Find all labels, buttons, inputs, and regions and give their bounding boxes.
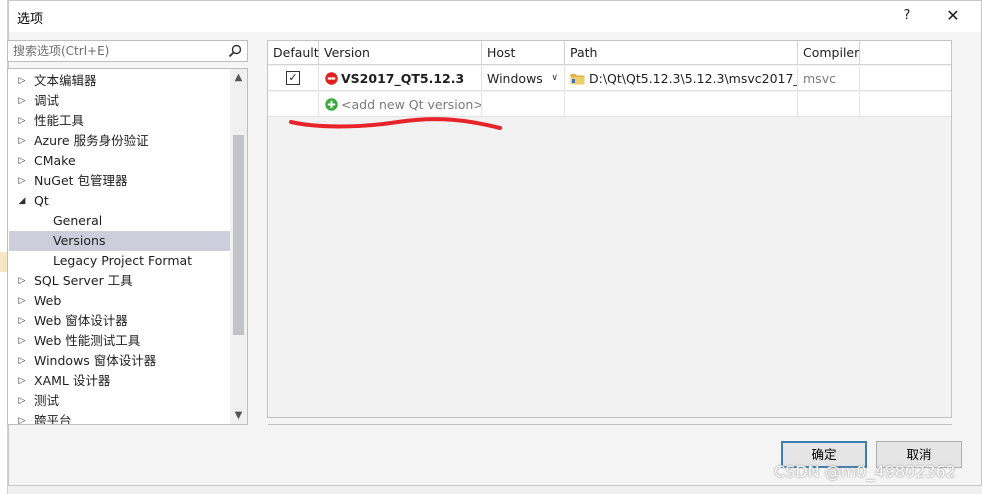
collapsed-arrow-icon[interactable]: ▷: [17, 111, 27, 131]
collapsed-arrow-icon[interactable]: ▷: [17, 71, 27, 91]
path-cell: [565, 92, 798, 117]
column-header-compiler[interactable]: Compiler: [798, 41, 860, 65]
tree-item[interactable]: ▷ Azure 服务身份验证: [9, 131, 231, 151]
tree-scrollbar[interactable]: ▲ ▼: [230, 69, 247, 424]
tree-item[interactable]: ▷ Windows 窗体设计器: [9, 351, 231, 371]
tree-item[interactable]: Versions: [9, 231, 231, 251]
column-header-default[interactable]: Default: [268, 41, 319, 65]
options-tree: ▷ 文本编辑器 ▷ 调试 ▷ 性能工具 ▷ Azure 服务身份验证 ▷ CMake ▷ NuGet …: [7, 68, 248, 425]
compiler-cell: [798, 92, 860, 117]
tree-item[interactable]: ▷ Web 性能测试工具: [9, 331, 231, 351]
tree-item[interactable]: ▷ 文本编辑器: [9, 71, 231, 91]
expanded-arrow-icon[interactable]: ◢: [17, 191, 27, 211]
search-icon[interactable]: [227, 43, 243, 59]
column-header-version[interactable]: Version: [319, 41, 482, 65]
collapsed-arrow-icon[interactable]: ▷: [17, 331, 27, 351]
collapsed-arrow-icon[interactable]: ▷: [17, 351, 27, 371]
tree-item[interactable]: ▷ 测试: [9, 391, 231, 411]
compiler-value: msvc: [803, 71, 836, 86]
tree-item[interactable]: ▷ CMake: [9, 151, 231, 171]
tree-item[interactable]: ▷ Web 窗体设计器: [9, 311, 231, 331]
folder-icon[interactable]: [570, 72, 585, 85]
tree-item-label: 文本编辑器: [34, 73, 97, 88]
compiler-cell: msvc: [798, 66, 860, 91]
tree-item[interactable]: ◢ Qt: [9, 191, 231, 211]
path-cell[interactable]: D:\Qt\Qt5.12.3\5.12.3\msvc2017_64: [565, 66, 798, 91]
tree-item[interactable]: ▷ XAML 设计器: [9, 371, 231, 391]
default-cell: ✓: [268, 66, 319, 91]
collapsed-arrow-icon[interactable]: ▷: [17, 371, 27, 391]
tree-item[interactable]: ▷ 性能工具: [9, 111, 231, 131]
search-input[interactable]: [11, 43, 221, 59]
watermark: CSDN @m0_49802362: [774, 462, 956, 481]
column-header-host[interactable]: Host: [482, 41, 565, 65]
tree-item[interactable]: ▷ Web: [9, 291, 231, 311]
tree-item[interactable]: ▷ 调试: [9, 91, 231, 111]
error-icon: [325, 72, 338, 85]
scroll-up-icon[interactable]: ▲: [230, 69, 247, 86]
collapsed-arrow-icon[interactable]: ▷: [17, 151, 27, 171]
scrollbar-thumb[interactable]: [233, 135, 244, 335]
tree-item-label: Windows 窗体设计器: [34, 353, 157, 368]
path-value: D:\Qt\Qt5.12.3\5.12.3\msvc2017_64: [589, 71, 798, 86]
default-cell: [268, 92, 319, 117]
search-box[interactable]: [7, 40, 248, 62]
scroll-down-icon[interactable]: ▼: [230, 407, 247, 424]
add-version-row[interactable]: <add new Qt version>: [268, 92, 951, 117]
tree-item[interactable]: Legacy Project Format: [9, 251, 231, 271]
tree-item-label: Web 窗体设计器: [34, 313, 128, 328]
grid-bottom-divider: [268, 424, 952, 425]
tree-item-label: XAML 设计器: [34, 373, 111, 388]
tree-item-label: Qt: [34, 193, 49, 208]
empty-cell: [860, 92, 951, 117]
default-checkbox[interactable]: ✓: [286, 71, 300, 85]
add-version-cell[interactable]: <add new Qt version>: [319, 92, 482, 117]
tree-item-label: SQL Server 工具: [34, 273, 133, 288]
tree-item-label: Legacy Project Format: [53, 253, 193, 268]
collapsed-arrow-icon[interactable]: ▷: [17, 131, 27, 151]
tree-item[interactable]: General: [9, 211, 231, 231]
add-icon: [325, 98, 338, 111]
tree-item-label: CMake: [34, 153, 76, 168]
help-button[interactable]: ?: [893, 5, 921, 27]
tree-item-label: NuGet 包管理器: [34, 173, 128, 188]
tree-item-label: Web: [34, 293, 62, 308]
tree-item-label: 性能工具: [34, 113, 85, 128]
collapsed-arrow-icon[interactable]: ▷: [17, 271, 27, 291]
tree-item-label: 调试: [34, 93, 60, 108]
title-bar: 选项 ? ✕: [9, 1, 981, 32]
table-row[interactable]: ✓ VS2017_QT5.12.3 Windows ∨ D:\Qt\Qt5.12…: [268, 66, 951, 91]
collapsed-arrow-icon[interactable]: ▷: [17, 291, 27, 311]
empty-cell: [860, 66, 951, 91]
qt-versions-grid: Default Version Host Path Compiler ✓ VS2…: [267, 40, 952, 418]
version-name: VS2017_QT5.12.3: [341, 71, 465, 86]
tree-item-label: Azure 服务身份验证: [34, 133, 149, 148]
tree-item-label: Web 性能测试工具: [34, 333, 141, 348]
collapsed-arrow-icon[interactable]: ▷: [17, 311, 27, 331]
tree-item[interactable]: ▷ NuGet 包管理器: [9, 171, 231, 191]
collapsed-arrow-icon[interactable]: ▷: [17, 171, 27, 191]
tree-item[interactable]: ▷ 跨平台: [9, 411, 231, 425]
host-cell: [482, 92, 565, 117]
collapsed-arrow-icon[interactable]: ▷: [17, 411, 27, 424]
tree-item-label: Versions: [53, 233, 106, 248]
version-cell[interactable]: VS2017_QT5.12.3: [319, 66, 482, 91]
tree-item-label: 跨平台: [34, 413, 72, 425]
collapsed-arrow-icon[interactable]: ▷: [17, 91, 27, 111]
column-header-empty: [860, 41, 951, 65]
add-new-version-link[interactable]: <add new Qt version>: [341, 92, 481, 117]
collapsed-arrow-icon[interactable]: ▷: [17, 391, 27, 411]
host-value: Windows: [487, 71, 543, 86]
tree-item-label: General: [53, 213, 103, 228]
close-button[interactable]: ✕: [939, 5, 967, 27]
tree-item[interactable]: ▷ SQL Server 工具: [9, 271, 231, 291]
column-header-path[interactable]: Path: [565, 41, 798, 65]
host-cell[interactable]: Windows ∨: [482, 66, 565, 91]
tree-item-label: 测试: [34, 393, 60, 408]
dialog-title: 选项: [17, 12, 44, 27]
chevron-down-icon[interactable]: ∨: [551, 66, 558, 91]
